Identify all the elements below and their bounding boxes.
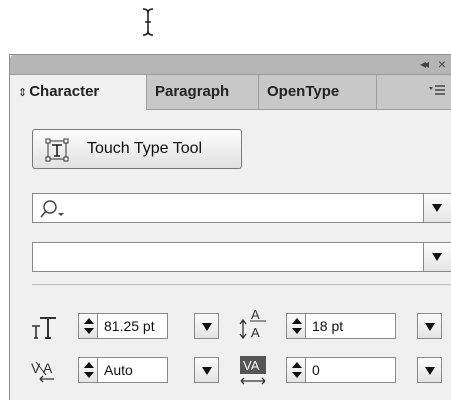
svg-text:A: A xyxy=(251,307,260,322)
touch-type-tool-label: Touch Type Tool xyxy=(87,140,203,157)
leading-value[interactable]: 18 pt xyxy=(312,318,343,334)
close-icon[interactable]: × xyxy=(438,56,446,72)
tracking-stepper[interactable] xyxy=(286,357,306,383)
leading-icon: A A xyxy=(239,307,266,340)
font-size-field[interactable]: 81.25 pt xyxy=(98,313,168,339)
touch-type-tool-button[interactable]: Touch Type Tool xyxy=(32,129,242,169)
font-family-dropdown[interactable] xyxy=(423,194,451,222)
leading-field[interactable]: 18 pt xyxy=(306,313,396,339)
tracking-dropdown[interactable] xyxy=(417,357,442,383)
panel-titlebar[interactable]: ◂◂ × xyxy=(10,55,451,75)
chevron-down-icon xyxy=(202,323,212,331)
kerning-value[interactable]: Auto xyxy=(104,362,133,378)
collapse-icon[interactable]: ◂◂ xyxy=(420,57,429,71)
touch-type-icon xyxy=(45,138,69,162)
text-cursor-icon xyxy=(142,8,154,36)
character-panel: ◂◂ × ⇕ Character Paragraph OpenType Touch… xyxy=(9,54,451,400)
font-style-dropdown[interactable] xyxy=(423,243,451,271)
chevron-down-icon xyxy=(432,204,442,212)
up-down-arrows-icon xyxy=(84,362,94,378)
leading-stepper[interactable] xyxy=(286,313,306,339)
tab-character-label: Character xyxy=(29,83,100,100)
tab-paragraph[interactable]: Paragraph xyxy=(147,75,259,109)
divider xyxy=(32,284,451,285)
tracking-value[interactable]: 0 xyxy=(312,362,320,378)
svg-text:A: A xyxy=(251,325,260,340)
kerning-field[interactable]: Auto xyxy=(98,357,168,383)
leading-dropdown[interactable] xyxy=(417,313,442,339)
kerning-dropdown[interactable] xyxy=(194,357,219,383)
chevron-down-icon xyxy=(425,323,435,331)
up-down-arrows-icon xyxy=(84,318,94,334)
search-icon[interactable] xyxy=(39,199,65,219)
panel-menu-icon[interactable] xyxy=(428,84,446,98)
chevron-down-icon xyxy=(425,367,435,375)
up-down-arrows-icon xyxy=(292,362,302,378)
font-style-combo[interactable] xyxy=(32,242,451,272)
font-size-value[interactable]: 81.25 pt xyxy=(104,318,155,334)
font-size-icon xyxy=(32,317,56,339)
font-size-stepper[interactable] xyxy=(78,313,98,339)
up-down-arrows-icon xyxy=(292,318,302,334)
tab-paragraph-label: Paragraph xyxy=(155,83,230,100)
up-down-arrows-icon: ⇕ xyxy=(18,87,28,99)
tracking-field[interactable]: 0 xyxy=(306,357,396,383)
tab-opentype[interactable]: OpenType xyxy=(259,75,377,109)
tab-opentype-label: OpenType xyxy=(267,83,340,100)
font-family-combo[interactable] xyxy=(32,193,451,223)
kerning-stepper[interactable] xyxy=(78,357,98,383)
svg-text:VA: VA xyxy=(243,358,260,373)
tab-character[interactable]: ⇕ Character xyxy=(10,75,147,110)
chevron-down-icon xyxy=(432,253,442,261)
panel-tabs: ⇕ Character Paragraph OpenType xyxy=(10,75,451,110)
font-size-dropdown[interactable] xyxy=(194,313,219,339)
chevron-down-icon xyxy=(202,367,212,375)
tracking-icon: VA xyxy=(240,356,266,385)
kerning-icon: V A xyxy=(31,360,54,383)
